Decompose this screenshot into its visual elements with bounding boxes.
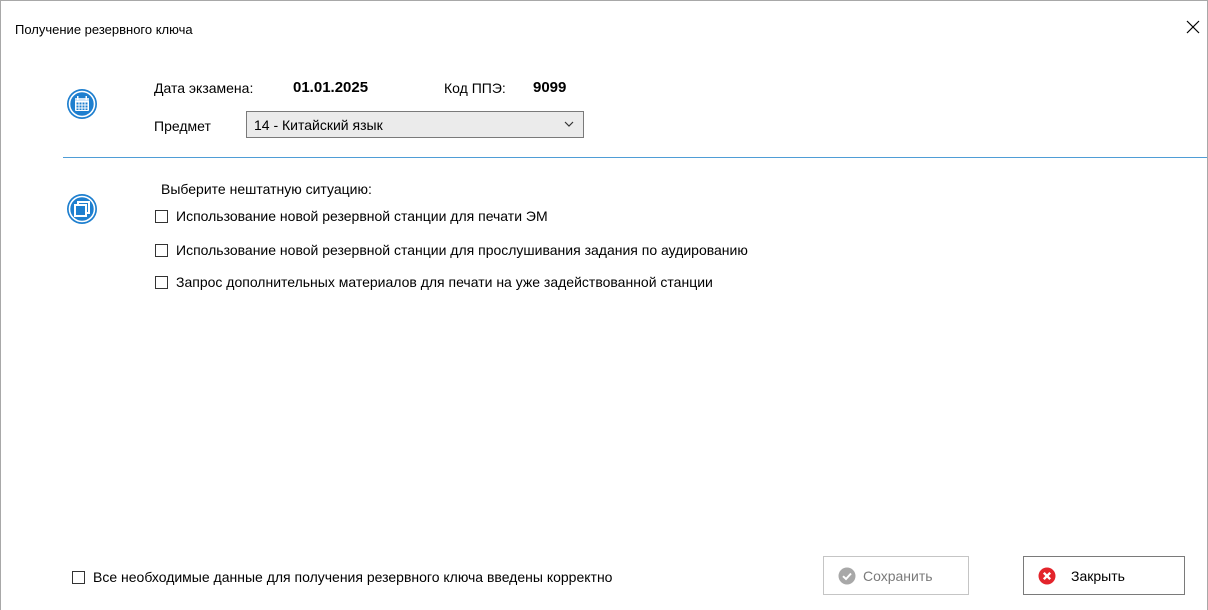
- section-divider: [63, 157, 1207, 158]
- close-icon: [1186, 20, 1200, 34]
- dialog-window: Получение резервного ключа Дата экзамена…: [0, 0, 1208, 610]
- subject-select-value: 14 - Китайский язык: [254, 117, 383, 133]
- checkbox[interactable]: [155, 276, 168, 289]
- option-label: Использование новой резервной станции дл…: [176, 208, 548, 224]
- window-title: Получение резервного ключа: [15, 22, 193, 37]
- subject-label: Предмет: [154, 118, 211, 134]
- checkbox[interactable]: [72, 571, 85, 584]
- confirm-data-checkbox-row[interactable]: Все необходимые данные для получения рез…: [72, 568, 732, 588]
- option-label: Запрос дополнительных материалов для печ…: [176, 274, 713, 290]
- situation-option-audio[interactable]: Использование новой резервной станции дл…: [155, 241, 875, 261]
- calendar-icon: [66, 88, 98, 120]
- ppe-code-value: 9099: [533, 79, 567, 96]
- exam-date-value: 01.01.2025: [293, 79, 369, 96]
- chevron-down-icon: [564, 121, 574, 127]
- save-button-label: Сохранить: [863, 568, 933, 584]
- close-button-label: Закрыть: [1071, 568, 1125, 584]
- checkbox[interactable]: [155, 210, 168, 223]
- dialog-content: Дата экзамена: 01.01.2025 Код ППЭ: 9099 …: [1, 49, 1207, 610]
- situation-option-print-em[interactable]: Использование новой резервной станции дл…: [155, 207, 675, 227]
- situation-option-extra-materials[interactable]: Запрос дополнительных материалов для печ…: [155, 273, 855, 293]
- ppe-code-label: Код ППЭ:: [444, 80, 506, 96]
- save-button[interactable]: Сохранить: [823, 556, 969, 595]
- copy-windows-icon: [66, 193, 98, 225]
- check-circle-icon: [838, 567, 856, 585]
- error-x-circle-icon: [1038, 567, 1056, 585]
- exam-date-label: Дата экзамена:: [154, 80, 254, 96]
- situation-heading: Выберите нештатную ситуацию:: [161, 181, 372, 197]
- title-bar: Получение резервного ключа: [1, 1, 1207, 49]
- window-close-button[interactable]: [1177, 9, 1208, 41]
- option-label: Использование новой резервной станции дл…: [176, 242, 748, 258]
- checkbox[interactable]: [155, 244, 168, 257]
- subject-select[interactable]: 14 - Китайский язык: [246, 111, 584, 138]
- close-button[interactable]: Закрыть: [1023, 556, 1185, 595]
- confirm-label: Все необходимые данные для получения рез…: [93, 569, 613, 585]
